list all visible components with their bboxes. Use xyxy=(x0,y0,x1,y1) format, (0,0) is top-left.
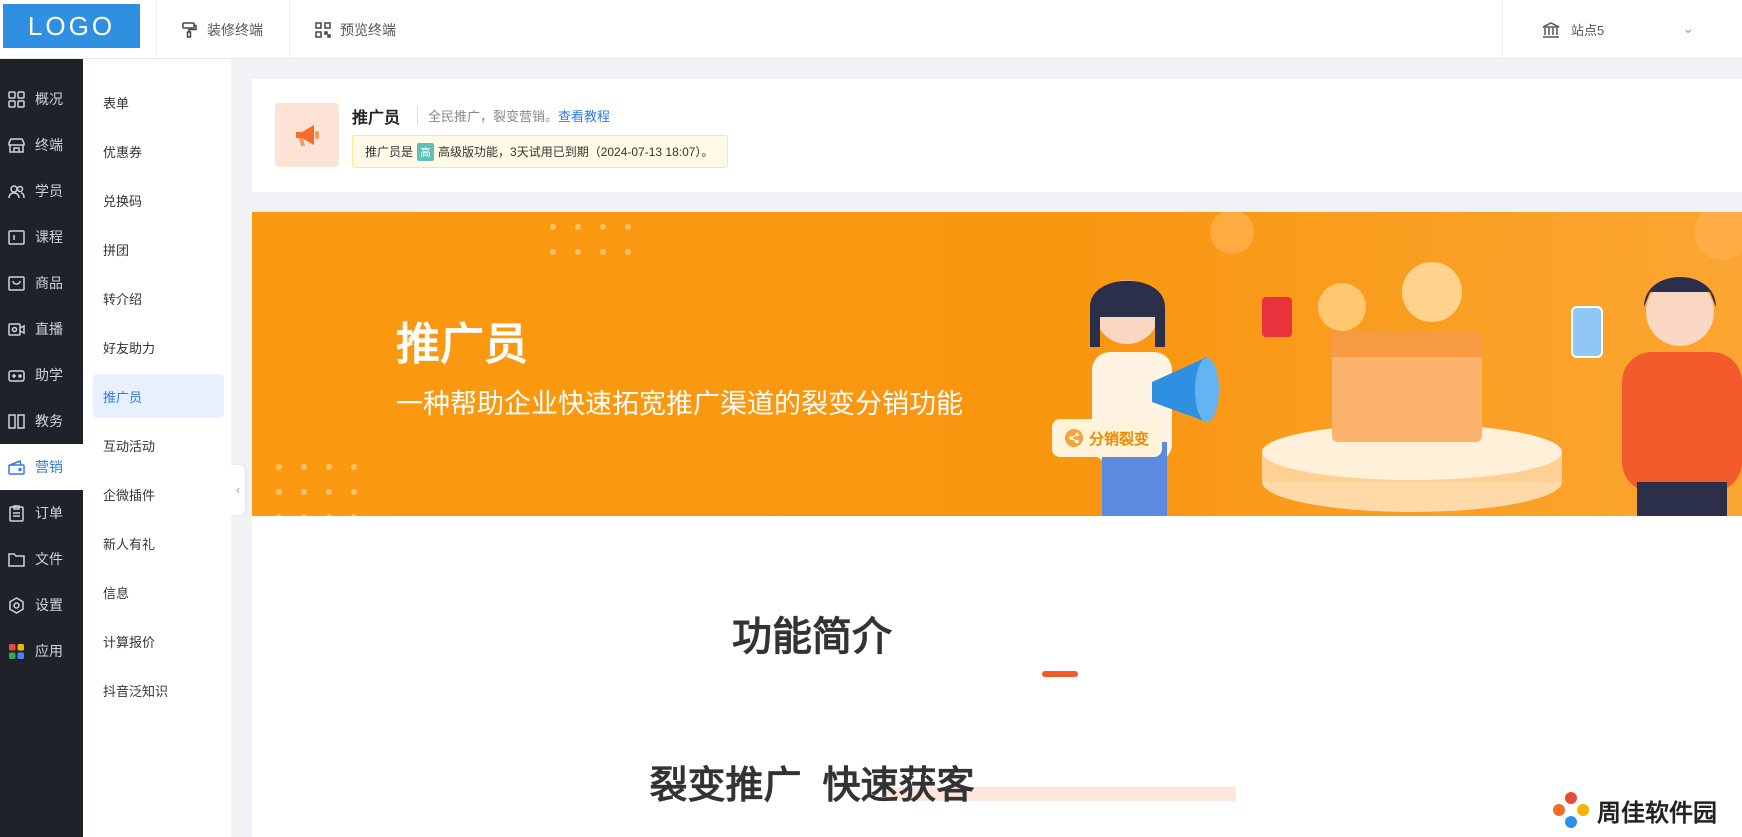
watermark-logo-icon xyxy=(1553,792,1589,828)
banner-illustration xyxy=(1090,212,1742,516)
submenu-item-douyin[interactable]: 抖音泛知识 xyxy=(93,668,224,712)
watermark-text: 周佳软件园 xyxy=(1597,799,1717,827)
watermark: 周佳软件园 xyxy=(1551,790,1717,830)
promo-banner: 推广员 一种帮助企业快速拓宽推广渠道的裂变分销功能 分销裂变 xyxy=(252,212,1742,516)
nav-item-settings[interactable]: 设置 xyxy=(0,582,83,628)
nav-item-apps[interactable]: 应用 xyxy=(0,628,83,674)
submenu-item-friend-help[interactable]: 好友助力 xyxy=(93,325,224,369)
video-icon xyxy=(8,322,25,336)
nav-label: 订单 xyxy=(35,505,63,521)
nav-label: 终端 xyxy=(35,137,63,153)
submenu-item-group-buy[interactable]: 拼团 xyxy=(93,227,224,271)
notice-text: 高级版功能，3天试用已到期（2024-07-13 18:07）。 xyxy=(438,145,714,159)
bag-icon xyxy=(8,275,25,291)
nav-item-academic[interactable]: 教务 xyxy=(0,398,83,444)
distribution-tag-label: 分销裂变 xyxy=(1088,430,1149,448)
bank-icon xyxy=(1542,21,1560,38)
share-icon xyxy=(1064,429,1083,447)
page-description: 全民推广，裂变营销。查看教程 xyxy=(417,106,610,125)
marketing-submenu: 表单 优惠券 兑换码 拼团 转介绍 好友助力 推广员 互动活动 企微插件 新人有… xyxy=(83,59,231,837)
chevron-down-icon: ⌄ xyxy=(1682,20,1694,36)
folder-icon xyxy=(8,552,25,567)
site-label: 站点5 xyxy=(1571,23,1605,38)
grid-icon xyxy=(8,90,25,108)
submenu-item-newcomer-gift[interactable]: 新人有礼 xyxy=(93,521,224,565)
nav-label: 商品 xyxy=(35,275,63,291)
submenu-item-wecom-plugin[interactable]: 企微插件 xyxy=(93,472,224,516)
decorate-terminal-button[interactable]: 装修终端 xyxy=(156,0,287,59)
submenu-item-promoter[interactable]: 推广员 xyxy=(93,374,224,418)
users-icon xyxy=(8,184,25,198)
feature-intro-section: 功能简介 裂变推广 快速获客 xyxy=(252,516,1742,837)
megaphone-icon xyxy=(275,103,339,167)
nav-item-overview[interactable]: 概况 xyxy=(0,76,83,122)
main-nav: 概况 终端 学员 课程 商品 直播 助学 教务 营销 订单 文件 设置 应用 xyxy=(0,59,83,837)
nav-item-assist[interactable]: 助学 xyxy=(0,352,83,398)
nav-item-files[interactable]: 文件 xyxy=(0,536,83,582)
banner-title: 推广员 xyxy=(396,320,528,369)
paint-roller-icon xyxy=(182,21,197,38)
submenu-item-coupon[interactable]: 优惠券 xyxy=(93,129,224,173)
nav-label: 营销 xyxy=(35,459,63,475)
nav-label: 课程 xyxy=(35,229,63,245)
nav-label: 应用 xyxy=(35,643,63,659)
top-bar: LOGO 装修终端 预览终端 站点5 ⌄ xyxy=(0,0,1742,59)
nav-item-orders[interactable]: 订单 xyxy=(0,490,83,536)
banner-subtitle: 一种帮助企业快速拓宽推广渠道的裂变分销功能 xyxy=(396,389,963,419)
apps-icon xyxy=(9,643,24,659)
nav-label: 文件 xyxy=(35,551,63,567)
page-title: 推广员 xyxy=(352,110,401,127)
description-text: 全民推广，裂变营销。 xyxy=(428,109,559,124)
decorate-terminal-label: 装修终端 xyxy=(207,21,263,38)
gear-icon xyxy=(9,596,24,614)
nav-label: 教务 xyxy=(35,413,63,429)
book-icon xyxy=(8,413,25,429)
logo[interactable]: LOGO xyxy=(3,4,140,48)
nav-label: 概况 xyxy=(35,91,63,107)
submenu-item-interactive[interactable]: 互动活动 xyxy=(93,423,224,467)
submenu-item-referral[interactable]: 转介绍 xyxy=(93,276,224,320)
premium-badge: 高 xyxy=(417,142,435,161)
nav-item-terminal[interactable]: 终端 xyxy=(0,122,83,168)
chevron-left-icon: ‹ xyxy=(236,483,240,497)
collapse-sidebar-button[interactable]: ‹ xyxy=(231,465,245,515)
submenu-item-quote[interactable]: 计算报价 xyxy=(93,619,224,663)
clipboard-icon xyxy=(9,504,24,522)
site-selector[interactable]: 站点5 ⌄ xyxy=(1502,0,1742,59)
nav-item-marketing[interactable]: 营销 xyxy=(0,444,83,490)
qrcode-icon xyxy=(315,21,331,38)
nav-item-students[interactable]: 学员 xyxy=(0,168,83,214)
nav-label: 学员 xyxy=(35,183,63,199)
wallet-icon xyxy=(8,459,25,475)
preview-terminal-button[interactable]: 预览终端 xyxy=(289,0,420,59)
gamepad-icon xyxy=(8,369,25,382)
intro-title: 功能简介 xyxy=(732,615,892,659)
nav-label: 助学 xyxy=(35,367,63,383)
intro-divider xyxy=(1042,671,1078,677)
trial-notice: 推广员是 高 高级版功能，3天试用已到期（2024-07-13 18:07）。 xyxy=(352,135,728,168)
preview-terminal-label: 预览终端 xyxy=(340,21,396,38)
nav-item-live[interactable]: 直播 xyxy=(0,306,83,352)
distribution-tag: 分销裂变 xyxy=(1052,419,1162,457)
notice-prefix: 推广员是 xyxy=(365,145,414,159)
submenu-item-form[interactable]: 表单 xyxy=(93,80,224,124)
submenu-item-redeem-code[interactable]: 兑换码 xyxy=(93,178,224,222)
tutorial-link[interactable]: 查看教程 xyxy=(558,109,610,124)
course-icon xyxy=(8,229,25,245)
nav-item-goods[interactable]: 商品 xyxy=(0,260,83,306)
feature-header-card: 推广员 全民推广，裂变营销。查看教程 推广员是 高 高级版功能，3天试用已到期（… xyxy=(252,79,1742,192)
nav-item-courses[interactable]: 课程 xyxy=(0,214,83,260)
nav-label: 直播 xyxy=(35,321,63,337)
intro-slogan: 裂变推广 快速获客 xyxy=(649,765,975,807)
submenu-item-info[interactable]: 信息 xyxy=(93,570,224,614)
store-icon xyxy=(8,137,25,153)
nav-label: 设置 xyxy=(35,597,63,613)
